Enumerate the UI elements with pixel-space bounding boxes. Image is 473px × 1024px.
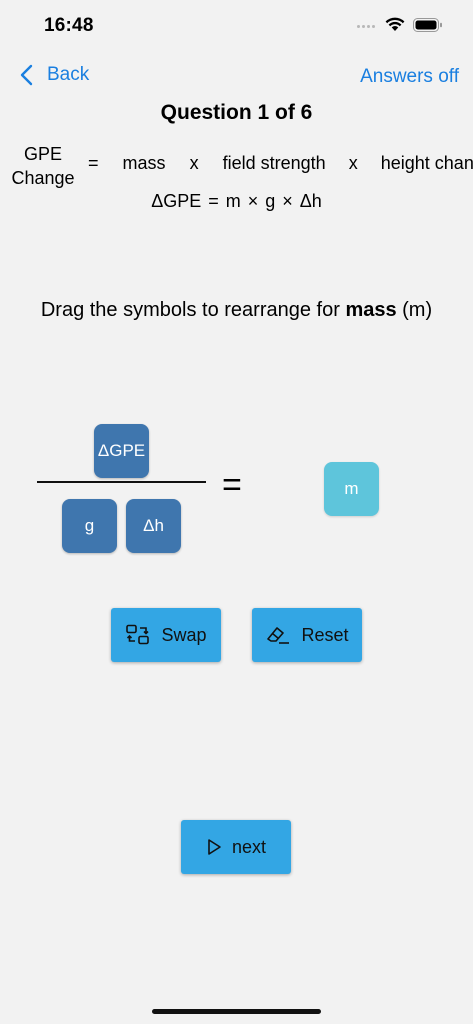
next-label: next bbox=[231, 836, 267, 857]
denominator-tile-g[interactable]: g bbox=[62, 499, 117, 553]
answer-tile-m[interactable]: m bbox=[324, 462, 379, 516]
back-button[interactable]: Back bbox=[20, 64, 89, 86]
reset-button[interactable]: Reset bbox=[252, 608, 362, 662]
home-indicator[interactable] bbox=[152, 1009, 321, 1014]
equals-sign: = bbox=[88, 153, 99, 173]
fraction-equals-sign: = bbox=[222, 466, 242, 504]
eraser-icon bbox=[267, 627, 290, 644]
times-sign: x bbox=[189, 153, 199, 173]
times-sign-2: x bbox=[348, 153, 358, 173]
play-icon bbox=[208, 839, 221, 855]
symbol-equation: ΔGPE = m × g × Δh bbox=[151, 191, 322, 211]
instruction-bold: mass bbox=[345, 299, 397, 321]
back-label: Back bbox=[47, 64, 90, 85]
battery-icon bbox=[413, 18, 443, 38]
numerator-tile-gpe[interactable]: ΔGPE bbox=[94, 424, 149, 478]
term-mass: mass bbox=[122, 153, 166, 173]
chevron-left-icon bbox=[20, 64, 33, 86]
word-equation: = mass x field strength x height change bbox=[88, 153, 473, 174]
gpe-label-line1: GPE bbox=[23, 144, 62, 164]
swap-icon bbox=[126, 624, 150, 645]
reset-label: Reset bbox=[301, 624, 349, 645]
answers-toggle-button[interactable]: Answers off bbox=[360, 66, 459, 88]
gpe-label-line2: Change bbox=[11, 168, 75, 188]
term-height-change: height change bbox=[380, 153, 473, 173]
denominator-tile-h[interactable]: Δh bbox=[126, 499, 181, 553]
instruction-text: Drag the symbols to rearrange for mass (… bbox=[0, 299, 473, 322]
instruction-prefix: Drag the symbols to rearrange for bbox=[40, 299, 346, 321]
next-button[interactable]: next bbox=[181, 820, 291, 874]
status-time: 16:48 bbox=[44, 15, 94, 36]
swap-label: Swap bbox=[161, 624, 207, 645]
swap-button[interactable]: Swap bbox=[111, 608, 221, 662]
cellular-signal-icon bbox=[357, 25, 375, 28]
gpe-change-label: GPE Change bbox=[8, 142, 78, 190]
instruction-suffix: (m) bbox=[396, 299, 433, 321]
term-field-strength: field strength bbox=[222, 153, 326, 173]
page-title: Question 1 of 6 bbox=[160, 101, 313, 124]
fraction-line bbox=[37, 481, 206, 483]
wifi-icon bbox=[385, 17, 405, 37]
